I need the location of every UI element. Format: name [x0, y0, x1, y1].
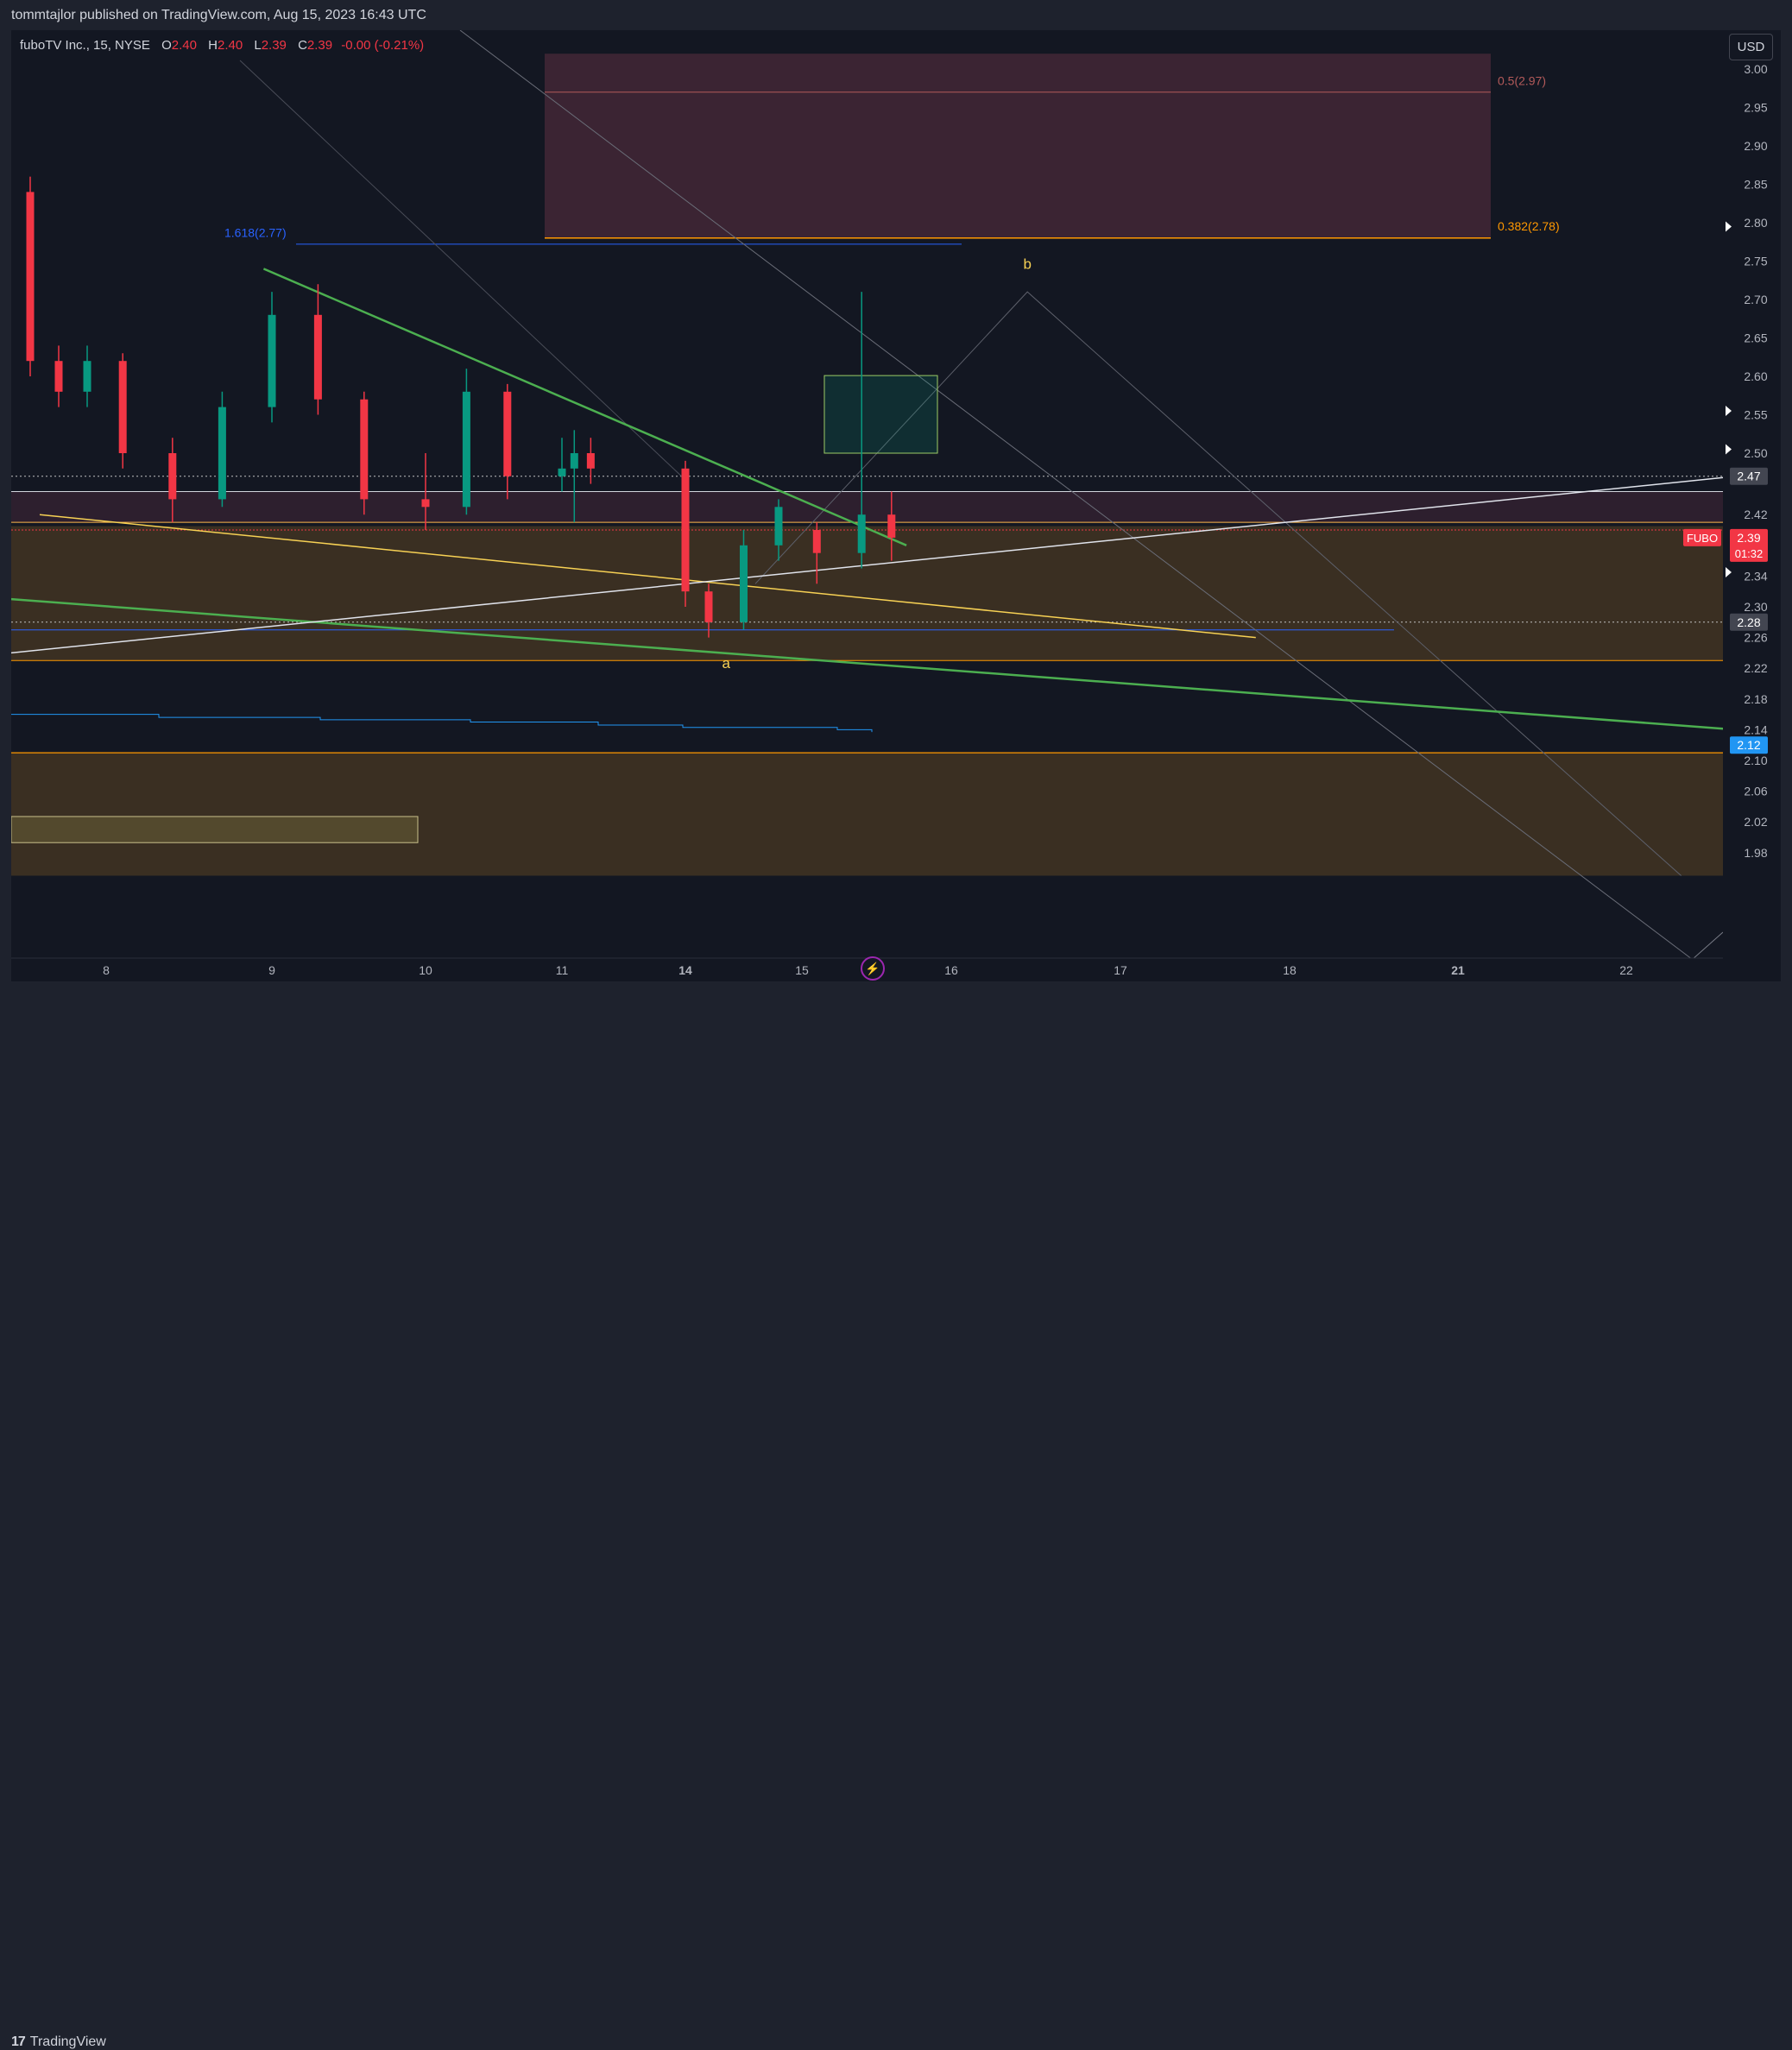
y-tick-label: 2.85 [1744, 178, 1767, 192]
range-box [11, 816, 419, 843]
candle-body-6 [268, 314, 276, 407]
x-tick-label: 8 [103, 963, 110, 977]
candle-body-1 [54, 361, 63, 392]
countdown-label: 01:32 [1735, 547, 1764, 560]
tv-logo-icon: 17 [11, 2034, 26, 2049]
price-chart[interactable]: 0.5(2.97) 0.382(2.78) 1.618(2.77) a b 3.00 2.9… [11, 30, 1781, 981]
change-value: -0.00 (-0.21%) [341, 38, 425, 53]
supply-band [11, 491, 1723, 523]
y-tick-label: 2.42 [1744, 508, 1767, 521]
publisher-line: tommtajlor published on TradingView.com,… [11, 8, 426, 22]
wave-label-a: a [722, 655, 731, 672]
fib-zone [545, 54, 1491, 238]
y-tick-label: 2.30 [1744, 600, 1767, 614]
x-tick-label: 14 [678, 963, 692, 977]
y-tick-label: 1.98 [1744, 846, 1767, 860]
close-value: 2.39 [306, 38, 333, 53]
chart-pane[interactable]: 0.5(2.97) 0.382(2.78) 1.618(2.77) a b 3.00 2.9… [11, 30, 1781, 981]
y-tick-label: 2.34 [1744, 569, 1767, 583]
high-value: 2.40 [217, 38, 243, 53]
y-tick-label: 2.10 [1744, 754, 1767, 767]
candle-body-5 [218, 407, 226, 500]
publisher-bar: tommtajlor published on TradingView.com,… [0, 0, 1792, 31]
stepped-indicator [11, 714, 873, 733]
y-tick-label: 2.18 [1744, 692, 1767, 706]
y-tick-label: 2.22 [1744, 661, 1767, 675]
brand-name: TradingView [29, 2034, 106, 2049]
x-tick-label: 11 [556, 963, 569, 977]
candle-body-12 [558, 468, 566, 476]
x-tick-label: 17 [1114, 963, 1127, 977]
fib-label-0-382: 0.382(2.78) [1498, 219, 1560, 233]
candle-body-10 [462, 391, 470, 508]
x-tick-label: 10 [419, 963, 432, 977]
price-tag-label-1: 2.28 [1737, 615, 1760, 629]
last-price-symbol: FUBO [1687, 532, 1718, 545]
symbol-legend: fuboTV Inc., 15, NYSE O2.40 H2.40 L2.39 … [20, 38, 424, 53]
candle-body-15 [681, 468, 690, 592]
lightning-icon[interactable]: ⚡ [861, 956, 885, 981]
candle-body-19 [812, 530, 821, 553]
high-label: H [208, 38, 218, 53]
y-tick-label: 2.70 [1744, 293, 1767, 306]
candle-body-17 [740, 545, 748, 622]
symbol-title[interactable]: fuboTV Inc., 15, NYSE [20, 38, 150, 53]
open-value: 2.40 [171, 38, 197, 53]
x-tick-label: 22 [1619, 963, 1633, 977]
low-value: 2.39 [261, 38, 287, 53]
y-tick-label: 2.95 [1744, 101, 1767, 115]
y-tick-label: 2.02 [1744, 815, 1767, 829]
tradingview-logo[interactable]: 17 TradingView [11, 2034, 106, 2050]
low-label: L [254, 38, 262, 53]
y-tick-label: 2.50 [1744, 446, 1767, 460]
x-tick-label: 9 [268, 963, 275, 977]
candle-body-2 [83, 361, 91, 392]
last-price-label: 2.39 [1737, 531, 1760, 545]
x-tick-label: 18 [1283, 963, 1297, 977]
fib-label-0-5: 0.5(2.97) [1498, 74, 1546, 88]
y-tick-label: 2.14 [1744, 722, 1767, 736]
price-axis [1723, 30, 1781, 981]
y-tick-label: 2.90 [1744, 139, 1767, 153]
y-tick-label: 3.00 [1744, 62, 1767, 76]
x-tick-label: 15 [795, 963, 809, 977]
open-label: O [161, 38, 172, 53]
demand-zone-upper [11, 526, 1723, 661]
candle-body-18 [774, 507, 783, 546]
close-label: C [298, 38, 307, 53]
price-tag-label-2: 2.12 [1737, 738, 1760, 752]
fib-ext-label: 1.618(2.77) [224, 226, 287, 240]
candle-body-4 [168, 453, 177, 500]
candle-body-14 [586, 453, 595, 469]
candle-body-20 [857, 514, 866, 553]
y-tick-label: 2.60 [1744, 369, 1767, 383]
wave-label-b: b [1023, 255, 1031, 272]
candle-body-11 [503, 391, 512, 476]
y-tick-label: 2.80 [1744, 216, 1767, 230]
y-tick-label: 2.06 [1744, 785, 1767, 798]
demand-zone-lower [11, 753, 1723, 876]
x-tick-label: 16 [944, 963, 958, 977]
x-tick-label: 21 [1451, 963, 1465, 977]
candle-body-3 [118, 361, 127, 453]
candle-body-16 [704, 591, 713, 622]
y-tick-label: 2.55 [1744, 408, 1767, 422]
candle-body-13 [570, 453, 578, 469]
candle-body-9 [421, 499, 430, 508]
y-tick-label: 2.65 [1744, 331, 1767, 345]
y-tick-label: 2.26 [1744, 631, 1767, 645]
candle-body-0 [26, 192, 35, 362]
price-tag-label-0: 2.47 [1737, 470, 1760, 483]
currency-button[interactable]: USD [1729, 34, 1773, 60]
footer-bar: 17 TradingView [0, 1012, 1792, 2049]
target-box [823, 375, 938, 454]
y-tick-label: 2.75 [1744, 255, 1767, 268]
candle-body-7 [313, 314, 322, 400]
candle-body-8 [360, 399, 369, 500]
candle-body-21 [887, 514, 896, 538]
